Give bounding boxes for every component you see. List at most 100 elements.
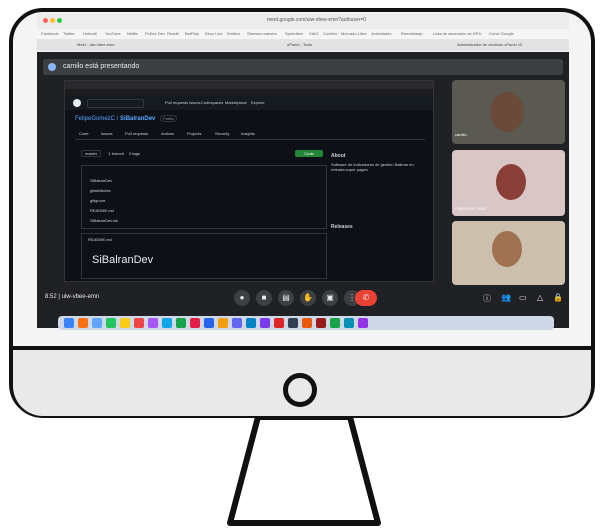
bookmark-7[interactable]: Reddit xyxy=(167,31,179,36)
participant-face xyxy=(490,92,524,132)
github-search-input[interactable] xyxy=(87,99,144,108)
nav-pull-requests[interactable]: Pull requests xyxy=(165,100,188,105)
trash-icon[interactable] xyxy=(358,318,368,328)
whatsapp-icon[interactable] xyxy=(330,318,340,328)
file-row[interactable]: SiBalranDev.sln xyxy=(90,218,118,223)
bookmark-5[interactable]: Netflix xyxy=(127,31,138,36)
launchpad-icon[interactable] xyxy=(78,318,88,328)
participant-face xyxy=(496,164,526,200)
releases-title: Releases xyxy=(331,224,353,230)
tab-code[interactable]: Code xyxy=(79,131,89,136)
tab-insights[interactable]: Insights xyxy=(241,131,255,136)
bookmark-11[interactable]: Sistema maestro xyxy=(247,31,277,36)
about-panel: About Software de indicadores de gestión… xyxy=(331,153,427,230)
tab-file-manager[interactable]: Administrador de archivos cPanel v3 xyxy=(457,42,522,47)
bookmark-18[interactable]: Lista de ascensión de GPU xyxy=(433,31,481,36)
chat-icon[interactable]: ▭ xyxy=(519,293,527,302)
nav-marketplace[interactable]: Marketplace xyxy=(225,100,247,105)
meet-controls-bar: 8:52 | uiw-vbee-emn ● ■ ▤ ✋ ▣ ⋮ ✆ ⓘ 👥 ▭ … xyxy=(37,287,569,311)
file-row[interactable]: SiBalranDev xyxy=(90,178,112,183)
info-icon[interactable]: ⓘ xyxy=(483,293,491,304)
bookmark-16[interactable]: Actividades xyxy=(371,31,391,36)
finder-icon[interactable] xyxy=(64,318,74,328)
captions-icon[interactable]: ▤ xyxy=(278,290,294,306)
tab-pull-requests[interactable]: Pull requests xyxy=(125,131,148,136)
messages-icon[interactable] xyxy=(176,318,186,328)
file-list: SiBalranDev gitattributes gitignore READ… xyxy=(81,165,327,229)
tab-meet[interactable]: Meet - uiw-vbee-emn xyxy=(77,42,115,47)
bookmark-8[interactable]: BetPlay xyxy=(185,31,199,36)
xcode-icon[interactable] xyxy=(288,318,298,328)
tab-actions[interactable]: Actions xyxy=(161,131,174,136)
calendar-icon[interactable] xyxy=(134,318,144,328)
branches-link[interactable]: 1 branch xyxy=(108,151,124,156)
settings-icon[interactable] xyxy=(246,318,256,328)
github-logo-icon xyxy=(73,99,81,107)
bookmark-1[interactable]: Facebook xyxy=(41,31,59,36)
music-icon[interactable] xyxy=(190,318,200,328)
photos-icon[interactable] xyxy=(218,318,228,328)
mail-icon[interactable] xyxy=(162,318,172,328)
nav-codespaces[interactable]: Codespaces xyxy=(201,100,223,105)
tags-link[interactable]: 0 tags xyxy=(129,151,140,156)
code-button[interactable]: Code xyxy=(295,150,323,157)
chrome-icon[interactable] xyxy=(106,318,116,328)
file-row[interactable]: README.md xyxy=(90,208,114,213)
microphone-icon[interactable]: ● xyxy=(234,290,250,306)
minimize-window-icon[interactable] xyxy=(50,18,55,23)
bookmark-15[interactable]: Mercado Libre xyxy=(341,31,367,36)
host-controls-icon[interactable]: 🔒 xyxy=(553,293,563,302)
close-window-icon[interactable] xyxy=(43,18,48,23)
readme-box: README.md SiBalranDev xyxy=(81,233,327,279)
bookmark-10[interactable]: Emblox xyxy=(227,31,240,36)
shared-browser-tabs xyxy=(65,81,433,89)
branch-select[interactable]: master xyxy=(81,150,102,157)
people-icon[interactable]: 👥 xyxy=(501,293,511,302)
terminal-icon[interactable] xyxy=(274,318,284,328)
file-row[interactable]: gitattributes xyxy=(90,188,111,193)
slack-icon[interactable] xyxy=(260,318,270,328)
readme-title: README.md xyxy=(88,237,112,242)
safari-icon[interactable] xyxy=(92,318,102,328)
shared-screen: Pull requests Issues Codespaces Marketpl… xyxy=(64,80,434,282)
present-icon[interactable]: ▣ xyxy=(322,290,338,306)
bookmark-19[interactable]: Curso Google xyxy=(489,31,514,36)
bookmark-9[interactable]: Ebox Live xyxy=(205,31,223,36)
tab-strip: Meet - uiw-vbee-emn oPanel - Tools Admin… xyxy=(37,39,569,51)
macos-dock xyxy=(58,316,554,330)
participant-tile-1[interactable]: camilo xyxy=(452,80,565,144)
nav-explore[interactable]: Explore xyxy=(251,100,265,105)
bookmark-13[interactable]: SIAG xyxy=(309,31,319,36)
tab-issues[interactable]: Issues xyxy=(101,131,113,136)
url-bar[interactable]: meet.google.com/uiw-vbee-emn?authuser=0 xyxy=(267,17,366,23)
bookmark-3[interactable]: Hotmail xyxy=(83,31,97,36)
tab-cpanel-tools[interactable]: oPanel - Tools xyxy=(287,42,312,47)
maximize-window-icon[interactable] xyxy=(57,18,62,23)
participant-tile-3[interactable] xyxy=(452,221,565,285)
bookmark-4[interactable]: YouTube xyxy=(105,31,121,36)
repo-title: FelipeGomezC / SiBalranDev Public xyxy=(75,115,177,122)
repo-owner[interactable]: FelipeGomezC xyxy=(75,116,115,122)
acrobat-icon[interactable] xyxy=(316,318,326,328)
vscode-icon[interactable] xyxy=(232,318,242,328)
camera-icon[interactable]: ■ xyxy=(256,290,272,306)
app-store-icon[interactable] xyxy=(204,318,214,328)
file-row[interactable]: gitignore xyxy=(90,198,105,203)
tab-security[interactable]: Security xyxy=(215,131,229,136)
activities-icon[interactable]: △ xyxy=(537,293,543,302)
end-call-button[interactable]: ✆ xyxy=(355,290,377,306)
nav-issues[interactable]: Issues xyxy=(189,100,201,105)
notes-icon[interactable] xyxy=(120,318,130,328)
participant-tile-2[interactable]: FRIEDFIVE DIAZ xyxy=(452,150,565,216)
bookmark-17[interactable]: Remesheap xyxy=(401,31,423,36)
bookmark-2[interactable]: Twitter xyxy=(63,31,75,36)
repo-name[interactable]: SiBalranDev xyxy=(120,116,155,122)
raise-hand-icon[interactable]: ✋ xyxy=(300,290,316,306)
tab-projects[interactable]: Projects xyxy=(187,131,201,136)
illustrator-icon[interactable] xyxy=(302,318,312,328)
bookmark-6[interactable]: FeDez Dev xyxy=(145,31,165,36)
bookmark-12[interactable]: Speedtest xyxy=(285,31,303,36)
bookmark-14[interactable]: Confero xyxy=(323,31,337,36)
podcasts-icon[interactable] xyxy=(148,318,158,328)
discord-icon[interactable] xyxy=(344,318,354,328)
